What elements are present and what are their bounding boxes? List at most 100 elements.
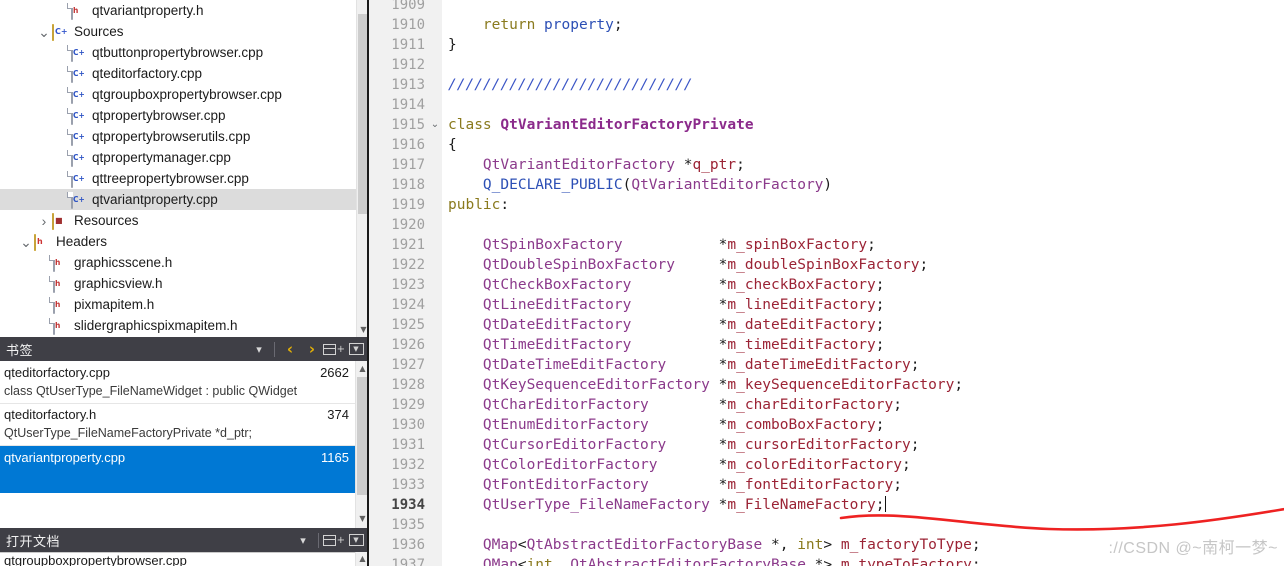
code-line[interactable]: 1916 { [369,135,1284,155]
code-line[interactable]: 1930 QtEnumEditorFactory *m_comboBoxFact… [369,415,1284,435]
code-line[interactable]: 1909 [369,0,1284,15]
tree-item-graphicsview-h[interactable]: h graphicsview.h [0,273,356,294]
tree-item-resources[interactable]: › ■ Resources [0,210,356,231]
bookmark-item[interactable]: qteditorfactory.cpp 2662 class QtUserType_… [0,362,355,404]
code-token: m_checkBoxFactory [727,277,876,293]
scrollbar-thumb[interactable] [357,377,367,495]
chevron-down-icon[interactable]: ▾ [248,337,270,361]
code-editor[interactable]: 1909 1910 return property; 1911} 1912 1913//… [369,0,1284,566]
file-h-icon: h [70,2,86,20]
file-tree-scrollbar[interactable]: ▼ [356,0,367,337]
tree-item-qtbuttonpropertybrowser-cpp[interactable]: C+ qtbuttonpropertybrowser.cpp [0,42,356,63]
code-line[interactable]: 1926 QtTimeEditFactory *m_timeEditFactor… [369,335,1284,355]
tree-item-slidergraphicspixmapitem-h[interactable]: h slidergraphicspixmapitem.h [0,315,356,336]
new-window-icon[interactable]: + [323,528,345,552]
tree-item-qteditorfactory-cpp[interactable]: C+ qteditorfactory.cpp [0,63,356,84]
scroll-down-arrow[interactable]: ▼ [356,511,367,526]
bookmarks-list[interactable]: qteditorfactory.cpp 2662 class QtUserType_… [0,361,355,528]
chevron-down-icon[interactable]: ▾ [292,528,314,552]
bookmark-file-name: qtvariantproperty.cpp [4,449,126,465]
tree-item-qtvariantproperty-cpp[interactable]: C+ qtvariantproperty.cpp [0,189,356,210]
tree-item-label: qtvariantproperty.h [92,3,204,18]
code-line[interactable]: 1929 QtCharEditorFactory *m_charEditorFa… [369,395,1284,415]
code-line[interactable]: 1915 ⌄ class QtVariantEditorFactoryPrivate [369,115,1284,135]
code-text: QtDateTimeEditFactory *m_dateTimeEditFac… [448,355,920,375]
tree-item-qttreepropertybrowser-cpp[interactable]: C+ qttreepropertybrowser.cpp [0,168,356,189]
line-number: 1920 [391,217,425,233]
folder-cpp-icon: C+ [52,23,68,41]
line-number: 1910 [391,17,425,33]
open-documents-scrollbar[interactable]: ▲ [355,551,367,566]
open-document-item[interactable]: qtgroupboxpropertybrowser.cpp [0,553,355,566]
bookmarks-scrollbar[interactable]: ▲ ▼ [355,361,367,528]
code-token: QtCharEditorFactory [482,397,649,413]
code-token: m_FileNameFactory [727,497,876,513]
scrollbar-thumb[interactable] [358,14,367,214]
code-line[interactable]: 1932 QtColorEditorFactory *m_colorEditor… [369,455,1284,475]
tree-item-label: pixmapitem.h [74,297,155,312]
code-token: ; [613,17,623,33]
code-line[interactable]: 1927 QtDateTimeEditFactory *m_dateTimeEd… [369,355,1284,375]
code-token: * [631,337,728,353]
code-line[interactable]: 1920 [369,215,1284,235]
tree-item-qtpropertybrowserutils-cpp[interactable]: C+ qtpropertybrowserutils.cpp [0,126,356,147]
bookmark-item[interactable]: qteditorfactory.h 374 QtUserType_FileNameF… [0,404,355,446]
code-line[interactable]: 1910 return property; [369,15,1284,35]
tree-item-qtvariantproperty-h[interactable]: h qtvariantproperty.h [0,0,356,21]
editor-code-area[interactable]: 1909 1910 return property; 1911} 1912 1913//… [369,0,1284,566]
chevron-down-icon[interactable]: ⌄ [18,235,34,249]
code-line[interactable]: 1925 QtDateEditFactory *m_dateEditFactor… [369,315,1284,335]
scroll-down-arrow[interactable]: ▼ [357,322,367,337]
open-documents-list[interactable]: qtgroupboxpropertybrowser.cpp [0,552,355,566]
code-line[interactable]: 1922 QtDoubleSpinBoxFactory *m_doubleSpi… [369,255,1284,275]
file-cpp-icon: C+ [70,191,86,209]
code-line[interactable]: 1933 QtFontEditorFactory *m_fontEditorFa… [369,475,1284,495]
code-line[interactable]: 1935 [369,515,1284,535]
project-file-tree[interactable]: h qtvariantproperty.h ⌄ C+ Sources C+ qtbutton… [0,0,367,337]
tree-item-sources[interactable]: ⌄ C+ Sources [0,21,356,42]
chevron-right-icon[interactable]: › [36,214,52,228]
tree-item-pixmapitem-h[interactable]: h pixmapitem.h [0,294,356,315]
tree-item-qtgroupboxpropertybrowser-cpp[interactable]: C+ qtgroupboxpropertybrowser.cpp [0,84,356,105]
code-text: public: [448,195,509,215]
panel-options-icon[interactable]: ▼ [345,337,367,361]
code-line[interactable]: 1924 QtLineEditFactory *m_lineEditFactor… [369,295,1284,315]
code-token: QtAbstractEditorFactoryBase [526,537,763,553]
code-token: public [448,197,501,213]
code-line[interactable]: 1911} [369,35,1284,55]
scroll-up-arrow[interactable]: ▲ [356,361,367,376]
code-fold-toggle-icon[interactable]: ⌄ [429,115,441,135]
new-window-icon[interactable]: + [323,337,345,361]
code-token: QtTimeEditFactory [482,337,632,353]
code-line[interactable]: 1931 QtCursorEditorFactory *m_cursorEdit… [369,435,1284,455]
code-text: { [448,135,457,155]
code-line[interactable]: 1917 QtVariantEditorFactory *q_ptr; [369,155,1284,175]
code-line[interactable]: 1923 QtCheckBoxFactory *m_checkBoxFactor… [369,275,1284,295]
scroll-up-arrow[interactable]: ▲ [356,551,367,566]
code-line[interactable]: 1919 public: [369,195,1284,215]
tree-item-qtpropertymanager-cpp[interactable]: C+ qtpropertymanager.cpp [0,147,356,168]
next-bookmark-icon[interactable]: › [301,337,323,361]
code-line[interactable]: 1918 Q_DECLARE_PUBLIC(QtVariantEditorFac… [369,175,1284,195]
line-number: 1930 [391,417,425,433]
chevron-down-icon[interactable]: ⌄ [36,25,52,39]
code-line[interactable]: 1928 QtKeySequenceEditorFactory *m_keySe… [369,375,1284,395]
file-cpp-icon: C+ [70,170,86,188]
code-line[interactable]: 1934 QtUserType_FileNameFactory *m_FileN… [369,495,1284,515]
tree-item-graphicsscene-h[interactable]: h graphicsscene.h [0,252,356,273]
prev-bookmark-icon[interactable]: ‹ [279,337,301,361]
code-line[interactable]: 1921 QtSpinBoxFactory *m_spinBoxFactory; [369,235,1284,255]
code-text: QtSpinBoxFactory *m_spinBoxFactory; [448,235,876,255]
bookmark-item[interactable]: qtvariantproperty.cpp 1165 [0,446,355,493]
code-line[interactable]: 1913 //////////////////////////// [369,75,1284,95]
code-line[interactable]: 1912 [369,55,1284,75]
tree-item-qtpropertybrowser-cpp[interactable]: C+ qtpropertybrowser.cpp [0,105,356,126]
code-line[interactable]: 1914 [369,95,1284,115]
folder-res-icon: ■ [52,212,68,230]
file-tree-scroll-area[interactable]: h qtvariantproperty.h ⌄ C+ Sources C+ qtbutton… [0,0,356,337]
panel-options-icon[interactable]: ▼ [345,528,367,552]
tree-item-headers[interactable]: ⌄ h Headers [0,231,356,252]
